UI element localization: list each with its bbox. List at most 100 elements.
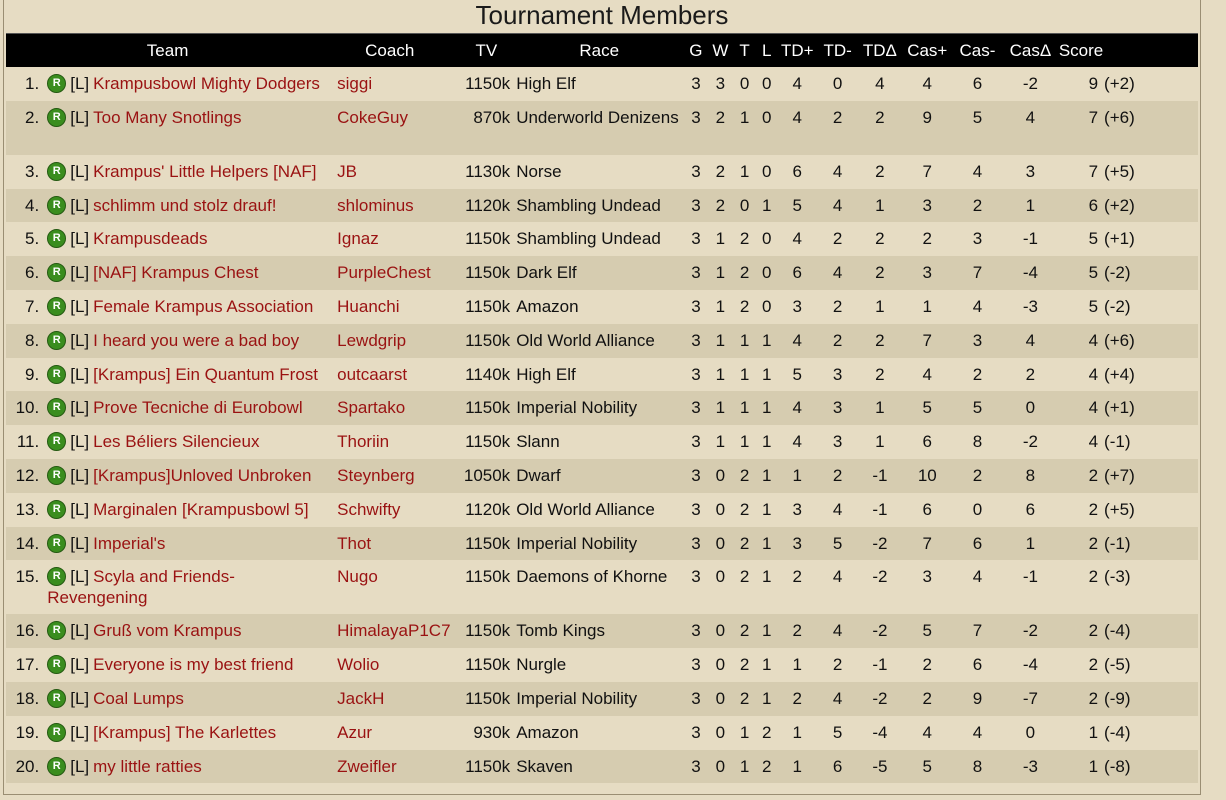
td-minus-cell: 4 [817, 614, 859, 649]
cas-plus-cell: 2 [922, 229, 933, 249]
team-link[interactable]: Coal Lumps [93, 689, 184, 708]
score-cell: 2 [1088, 655, 1099, 675]
col-header-race[interactable]: Race [514, 33, 685, 67]
race-badge-icon: R [47, 756, 67, 776]
coach-link[interactable]: Thot [337, 534, 371, 553]
bonus-cell: (-3) [1104, 567, 1131, 587]
col-header-cas-minus[interactable]: Cas- [952, 33, 1002, 67]
cas-plus-cell: 5 [901, 391, 953, 426]
td-plus-cell: 4 [777, 323, 818, 358]
team-link[interactable]: Krampusbowl Mighty Dodgers [93, 74, 320, 93]
col-header-td-diff[interactable]: TDΔ [858, 33, 902, 67]
race-badge-icon: R [47, 74, 67, 93]
cas-minus-cell: 4 [972, 567, 983, 587]
team-link[interactable]: my little ratties [93, 757, 202, 776]
table-row: 15. R [L] Scyla and Friends-Revengening Nugo… [6, 560, 1198, 614]
cas-minus-cell: 4 [972, 296, 983, 316]
coach-link[interactable]: Ignaz [337, 229, 379, 248]
losses-cell: 0 [762, 296, 772, 316]
td-diff-cell: -4 [872, 722, 888, 742]
td-plus-cell: 6 [777, 256, 818, 290]
race-cell: Imperial Nobility [514, 526, 685, 561]
wins-cell: 1 [707, 323, 734, 358]
league-tag: [L] [70, 621, 90, 641]
race-cell: Shambling Undead [514, 188, 685, 223]
team-link[interactable]: [NAF] Krampus Chest [93, 263, 258, 282]
col-header-td-minus[interactable]: TD- [817, 33, 859, 67]
rank-cell: 3. [25, 161, 40, 181]
td-diff-cell: -1 [872, 499, 888, 519]
col-header-score[interactable]: Score [1058, 33, 1198, 67]
cas-diff-cell: 0 [1025, 722, 1036, 742]
coach-link[interactable]: HimalayaP1C7 [337, 621, 450, 640]
coach-link[interactable]: Huanchi [337, 297, 399, 316]
coach-link[interactable]: JB [337, 162, 357, 181]
td-minus-cell: 3 [832, 432, 843, 452]
team-link[interactable]: Les Béliers Silencieux [93, 432, 259, 451]
coach-link[interactable]: Lewdgrip [337, 331, 406, 350]
col-header-l[interactable]: L [756, 33, 778, 67]
team-link[interactable]: [Krampus]Unloved Unbroken [93, 466, 311, 485]
team-link[interactable]: Prove Tecniche di Eurobowl [93, 398, 302, 417]
team-link[interactable]: Female Krampus Association [93, 297, 313, 316]
td-diff-cell: 2 [875, 229, 885, 249]
cas-minus-cell: 3 [972, 229, 983, 249]
team-link[interactable]: Marginalen [Krampusbowl 5] [93, 500, 308, 519]
coach-link[interactable]: outcaarst [337, 365, 407, 384]
coach-link[interactable]: Nugo [337, 567, 378, 586]
col-header-g[interactable]: G [684, 33, 708, 67]
score-cell: 7 [1088, 161, 1099, 181]
team-link[interactable]: I heard you were a bad boy [93, 331, 299, 350]
team-link[interactable]: Gruß vom Krampus [93, 621, 241, 640]
coach-link[interactable]: JackH [337, 689, 384, 708]
td-diff-cell: -1 [858, 458, 902, 493]
team-link[interactable]: schlimm und stolz drauf! [93, 196, 276, 215]
team-link[interactable]: Krampusdeads [93, 229, 207, 248]
cas-plus-cell: 2 [901, 681, 953, 716]
col-header-coach[interactable]: Coach [329, 33, 459, 67]
losses-cell: 0 [756, 100, 778, 155]
coach-link[interactable]: PurpleChest [337, 263, 431, 282]
race-badge-icon: R [47, 499, 67, 519]
coach-link[interactable]: Steynberg [337, 466, 415, 485]
race-cell: High Elf [516, 74, 576, 93]
cas-minus-cell: 6 [972, 655, 983, 675]
rank-cell: 11. [16, 432, 40, 452]
team-link[interactable]: [Krampus] The Karlettes [93, 723, 276, 742]
td-diff-cell: 2 [858, 100, 902, 155]
rank-cell: 18. [6, 681, 46, 716]
cas-plus-cell: 3 [922, 567, 933, 587]
coach-link[interactable]: Schwifty [337, 500, 400, 519]
cas-plus-cell: 6 [922, 499, 933, 519]
coach-link[interactable]: CokeGuy [337, 108, 408, 127]
coach-link[interactable]: Zweifler [337, 757, 397, 776]
cas-minus-cell: 6 [972, 74, 983, 93]
col-header-tv[interactable]: TV [458, 33, 515, 67]
games-cell: 3 [684, 391, 708, 426]
team-link[interactable]: Krampus' Little Helpers [NAF] [93, 162, 316, 181]
col-header-t[interactable]: T [733, 33, 757, 67]
col-header-cas-diff[interactable]: CasΔ [1001, 33, 1059, 67]
team-link[interactable]: [Krampus] Ein Quantum Frost [93, 365, 318, 384]
coach-link[interactable]: shlominus [337, 196, 414, 215]
rank-cell: 7. [25, 296, 40, 316]
team-link[interactable]: Everyone is my best friend [93, 655, 293, 674]
col-header-w[interactable]: W [707, 33, 734, 67]
col-header-cas-plus[interactable]: Cas+ [901, 33, 953, 67]
coach-link[interactable]: Spartako [337, 398, 405, 417]
coach-link[interactable]: Azur [337, 723, 372, 742]
coach-link[interactable]: siggi [337, 74, 372, 93]
bonus-cell: (+5) [1104, 499, 1135, 519]
col-header-td-plus[interactable]: TD+ [777, 33, 818, 67]
bonus-cell: (+1) [1104, 391, 1198, 426]
league-tag: [L] [70, 398, 90, 418]
team-link[interactable]: Too Many Snotlings [93, 108, 241, 127]
col-header-team[interactable]: Team [6, 33, 330, 67]
coach-link[interactable]: Wolio [337, 655, 379, 674]
wins-cell: 1 [715, 364, 726, 384]
team-link[interactable]: Imperial's [93, 534, 165, 553]
td-plus-cell: 4 [792, 74, 802, 93]
td-minus-cell: 2 [817, 100, 859, 155]
coach-link[interactable]: Thoriin [337, 432, 389, 451]
score-cell: 4 [1058, 391, 1105, 426]
